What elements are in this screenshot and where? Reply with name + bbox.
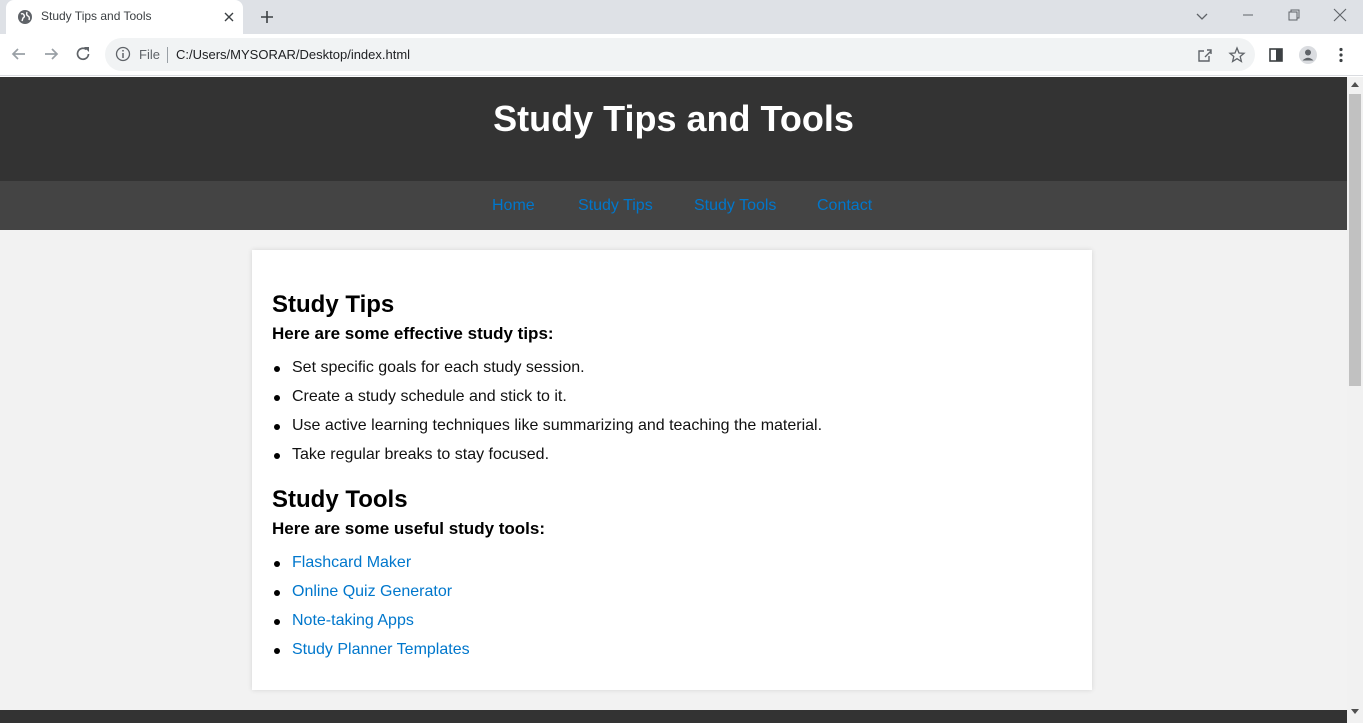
list-item: Study Planner Templates: [274, 641, 470, 670]
scroll-up-arrow-icon[interactable]: [1351, 82, 1359, 87]
scroll-down-arrow-icon[interactable]: [1351, 709, 1359, 714]
tab-title: Study Tips and Tools: [41, 9, 152, 23]
study-tools-list: Flashcard Maker Online Quiz Generator No…: [274, 554, 470, 670]
study-tools-heading: Study Tools: [272, 486, 408, 513]
share-icon[interactable]: [1196, 46, 1214, 64]
nav-link-study-tools[interactable]: Study Tools: [694, 197, 776, 215]
page-title: Study Tips and Tools: [493, 98, 854, 139]
study-tools-subheading: Here are some useful study tools:: [272, 519, 546, 538]
tab-strip: Study Tips and Tools: [0, 0, 1363, 34]
browser-tab[interactable]: Study Tips and Tools: [6, 0, 243, 34]
side-panel-icon[interactable]: [1266, 45, 1286, 65]
list-item: Flashcard Maker: [274, 554, 470, 583]
close-icon[interactable]: [221, 9, 237, 25]
list-item: Online Quiz Generator: [274, 583, 470, 612]
profile-icon[interactable]: [1298, 45, 1318, 65]
plus-icon[interactable]: [257, 7, 277, 27]
scrollbar-thumb[interactable]: [1349, 94, 1361, 386]
omnibox-divider: [167, 47, 168, 63]
browser-toolbar: File C:/Users/MYSORAR/Desktop/index.html: [0, 34, 1363, 76]
star-icon[interactable]: [1228, 46, 1246, 64]
list-item: Set specific goals for each study sessio…: [273, 359, 822, 388]
url-text[interactable]: C:/Users/MYSORAR/Desktop/index.html: [176, 47, 410, 62]
nav-link-contact[interactable]: Contact: [817, 197, 872, 215]
page-viewport: Study Tips and Tools Home Study Tips Stu…: [0, 77, 1347, 723]
study-tips-subheading: Here are some effective study tips:: [272, 324, 554, 343]
restore-icon[interactable]: [1284, 6, 1304, 26]
arrow-left-icon[interactable]: [9, 44, 29, 64]
scheme-label: File: [139, 47, 160, 62]
list-item: Use active learning techniques like summ…: [273, 417, 822, 446]
minimize-icon[interactable]: [1238, 6, 1258, 26]
main-nav: Home Study Tips Study Tools Contact: [0, 181, 1347, 230]
nav-link-home[interactable]: Home: [492, 197, 535, 215]
chevron-down-icon[interactable]: [1192, 6, 1212, 26]
globe-icon: [18, 10, 32, 24]
site-header: Study Tips and Tools: [0, 77, 1347, 181]
nav-link-study-tips[interactable]: Study Tips: [578, 197, 653, 215]
list-item: Note-taking Apps: [274, 612, 470, 641]
study-tips-list: Set specific goals for each study sessio…: [273, 359, 822, 475]
site-footer: [0, 710, 1347, 723]
tool-link-study-planner-templates[interactable]: Study Planner Templates: [292, 641, 470, 658]
info-icon[interactable]: [115, 46, 131, 62]
content-card: Study Tips Here are some effective study…: [252, 250, 1092, 690]
close-icon[interactable]: [1330, 6, 1350, 26]
address-bar[interactable]: File C:/Users/MYSORAR/Desktop/index.html: [105, 38, 1255, 71]
list-item: Create a study schedule and stick to it.: [273, 388, 822, 417]
tool-link-online-quiz-generator[interactable]: Online Quiz Generator: [292, 583, 452, 600]
list-item: Take regular breaks to stay focused.: [273, 446, 822, 475]
reload-icon[interactable]: [73, 44, 93, 64]
tool-link-note-taking-apps[interactable]: Note-taking Apps: [292, 612, 414, 629]
vertical-scrollbar[interactable]: [1347, 77, 1363, 723]
kebab-menu-icon[interactable]: [1331, 45, 1351, 65]
tool-link-flashcard-maker[interactable]: Flashcard Maker: [292, 554, 411, 571]
arrow-right-icon[interactable]: [41, 44, 61, 64]
study-tips-heading: Study Tips: [272, 291, 395, 318]
